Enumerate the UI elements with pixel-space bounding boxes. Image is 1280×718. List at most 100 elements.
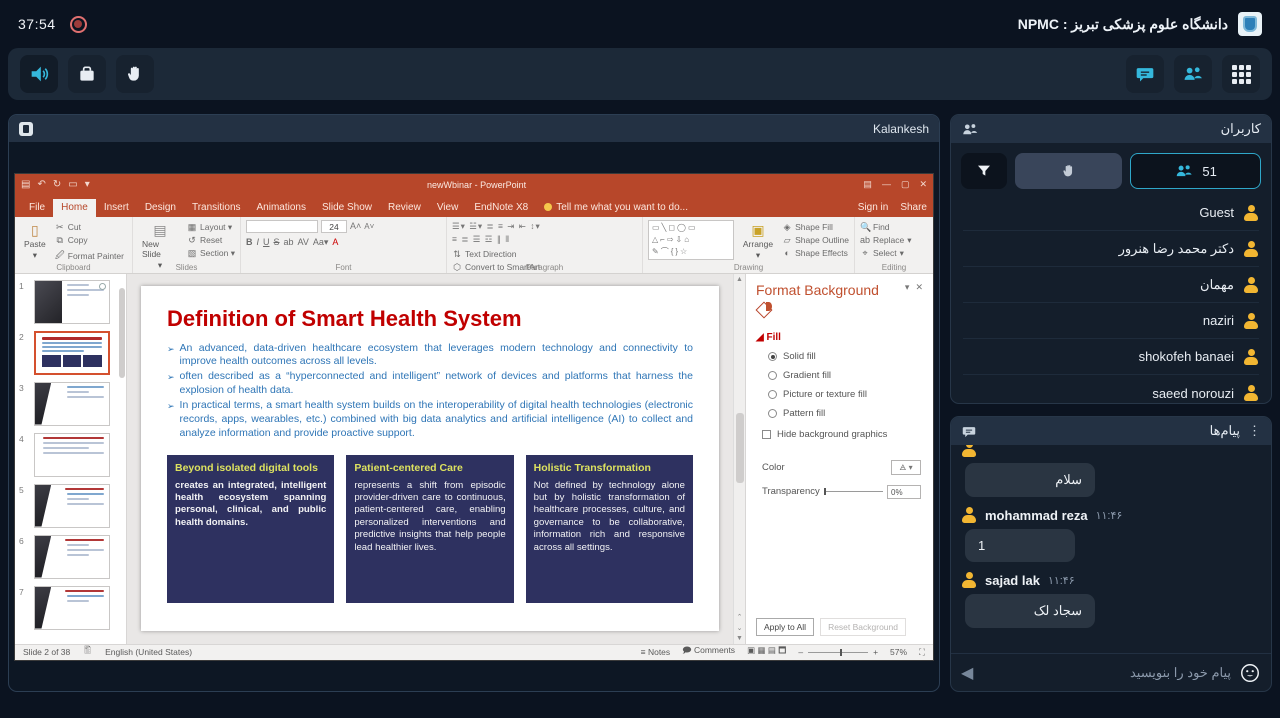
fit-slide-icon[interactable]: ⛶ <box>919 647 925 658</box>
sign-in-link[interactable]: Sign in <box>858 202 889 213</box>
transparency-value[interactable]: 0% <box>887 485 921 499</box>
hide-background-checkbox[interactable]: Hide background graphics <box>762 429 923 440</box>
thumbnail-scrollbar[interactable] <box>118 278 126 633</box>
copy-button[interactable]: ⧉Copy <box>55 235 124 246</box>
tab-endnote[interactable]: EndNote X8 <box>466 199 536 217</box>
font-size-input[interactable]: 24 <box>321 220 347 233</box>
tab-home[interactable]: Home <box>53 199 96 217</box>
tab-animations[interactable]: Animations <box>249 199 314 217</box>
shape-outline-button[interactable]: ▱Shape Outline <box>782 235 849 246</box>
list-item[interactable]: مهمان <box>963 267 1259 303</box>
slide-thumbnail-4[interactable] <box>34 433 110 477</box>
tab-transitions[interactable]: Transitions <box>184 199 249 217</box>
tab-design[interactable]: Design <box>137 199 184 217</box>
chat-message-input[interactable] <box>981 665 1231 680</box>
ppt-quick-access-toolbar[interactable]: ▤↶↻▭▾ <box>21 179 90 190</box>
list-item[interactable]: saeed norouzi <box>963 375 1259 403</box>
minimize-icon[interactable]: — <box>882 179 891 190</box>
font-color-button[interactable]: A <box>332 237 338 248</box>
view-buttons[interactable]: ▣ ▦ ▤ 🗖 <box>747 645 786 659</box>
ribbon-options-icon[interactable]: ▤ <box>863 179 872 190</box>
change-case-button[interactable]: Aa▾ <box>313 237 329 248</box>
text-shadow-button[interactable]: ab <box>284 237 294 248</box>
emoji-icon[interactable] <box>1239 662 1261 684</box>
tab-file[interactable]: File <box>21 199 53 217</box>
picture-fill-radio[interactable]: Picture or texture fill <box>768 389 923 400</box>
slideshow-icon[interactable]: ▭ <box>68 179 77 190</box>
notes-button[interactable]: ≡ Notes <box>641 647 671 657</box>
transparency-slider[interactable] <box>824 491 883 492</box>
pattern-fill-radio[interactable]: Pattern fill <box>768 408 923 419</box>
font-name-input[interactable] <box>246 220 318 233</box>
slide-thumbnail-7[interactable] <box>34 586 110 630</box>
restore-icon[interactable]: ▢ <box>901 179 910 190</box>
arrange-button[interactable]: ▣Arrange▾ <box>739 220 777 263</box>
language-indicator[interactable]: English (United States) <box>105 647 192 657</box>
layout-button[interactable]: ▦Layout ▾ <box>187 222 235 233</box>
character-spacing-button[interactable]: AV <box>298 237 309 248</box>
microphone-speaker-button[interactable] <box>20 55 58 93</box>
pane-options-icon[interactable]: ▾ <box>905 282 910 293</box>
apply-to-all-button[interactable]: Apply to All <box>756 618 814 636</box>
italic-button[interactable]: I <box>257 237 260 248</box>
underline-button[interactable]: U <box>263 237 270 248</box>
list-item[interactable]: naziri <box>963 303 1259 339</box>
strikethrough-button[interactable]: S <box>274 237 280 248</box>
messages-menu-icon[interactable]: ⋮ <box>1248 423 1261 439</box>
select-button[interactable]: ⌖Select▾ <box>860 248 911 259</box>
zoom-in-icon[interactable]: + <box>873 647 878 657</box>
list-item[interactable]: shokofeh banaei <box>963 339 1259 375</box>
raise-hand-button[interactable] <box>116 55 154 93</box>
previous-slide-icon[interactable]: ⌃ <box>737 613 743 621</box>
tab-view[interactable]: View <box>429 199 467 217</box>
slide-thumbnail-3[interactable] <box>34 382 110 426</box>
tell-me-box[interactable]: Tell me what you want to do... <box>536 199 696 217</box>
raised-hands-button[interactable] <box>1015 153 1122 189</box>
zoom-slider[interactable]: –+ <box>798 647 878 657</box>
slide-scrollbar[interactable]: ▲ ⌃ ⌄ ▼ <box>733 274 745 644</box>
current-slide[interactable]: Definition of Smart Health System ➢An ad… <box>141 286 719 631</box>
reset-background-button[interactable]: Reset Background <box>820 618 906 636</box>
scroll-up-icon[interactable]: ▲ <box>736 276 743 283</box>
replace-button[interactable]: abReplace▾ <box>860 235 911 246</box>
gradient-fill-radio[interactable]: Gradient fill <box>768 370 923 381</box>
chat-toggle-button[interactable] <box>1126 55 1164 93</box>
align-buttons[interactable]: ≡ ≣ ☰ ☲ ∥ ⫴ <box>452 233 541 246</box>
tab-insert[interactable]: Insert <box>96 199 137 217</box>
send-message-icon[interactable]: ◀ <box>961 663 973 683</box>
ppt-share-button[interactable]: Share <box>900 202 927 213</box>
accessibility-icon[interactable]: 🖺 <box>84 645 91 659</box>
cut-button[interactable]: ✂Cut <box>55 222 124 233</box>
bold-button[interactable]: B <box>246 237 253 248</box>
fill-section-header[interactable]: ◢ Fill <box>756 332 923 343</box>
slide-thumbnail-2-selected[interactable] <box>34 331 110 375</box>
users-toggle-button[interactable] <box>1174 55 1212 93</box>
filter-users-button[interactable] <box>961 153 1007 189</box>
section-button[interactable]: ▧Section ▾ <box>187 248 235 259</box>
color-dropdown[interactable]: 🜁 ▾ <box>891 460 921 475</box>
slide-thumbnail-5[interactable] <box>34 484 110 528</box>
redo-icon[interactable]: ↻ <box>53 179 61 190</box>
close-icon[interactable]: ✕ <box>919 179 927 190</box>
solid-fill-radio[interactable]: Solid fill <box>768 351 923 362</box>
list-buttons[interactable]: ☰▾ ☱▾ ≣ ≡ ⇥ ⇤ ↕▾ <box>452 220 541 233</box>
zoom-level[interactable]: 57% <box>890 647 907 657</box>
shrink-font-icon[interactable]: A˅ <box>364 222 374 231</box>
grow-font-icon[interactable]: A˄ <box>350 221 361 231</box>
list-item[interactable]: Guest <box>963 195 1259 231</box>
list-item[interactable]: دکتر محمد رضا هنرور <box>963 231 1259 267</box>
find-button[interactable]: 🔍Find <box>860 222 911 233</box>
save-icon[interactable]: ▤ <box>21 179 30 190</box>
tab-review[interactable]: Review <box>380 199 429 217</box>
user-count-button[interactable]: 51 <box>1130 153 1261 189</box>
layout-grid-button[interactable] <box>1222 55 1260 93</box>
shape-fill-button[interactable]: ◈Shape Fill <box>782 222 849 233</box>
paste-button[interactable]: ▯Paste▾ <box>20 220 50 263</box>
tab-slideshow[interactable]: Slide Show <box>314 199 380 217</box>
undo-icon[interactable]: ↶ <box>37 179 45 190</box>
shape-effects-button[interactable]: ◐Shape Effects <box>782 248 849 258</box>
share-files-button[interactable] <box>68 55 106 93</box>
shape-gallery[interactable]: ▭╲◻◯▭△⌐⇨⇩⌂✎⌒{}☆ <box>648 220 734 260</box>
next-slide-icon[interactable]: ⌄ <box>737 624 743 632</box>
pane-close-icon[interactable]: ✕ <box>915 282 923 293</box>
